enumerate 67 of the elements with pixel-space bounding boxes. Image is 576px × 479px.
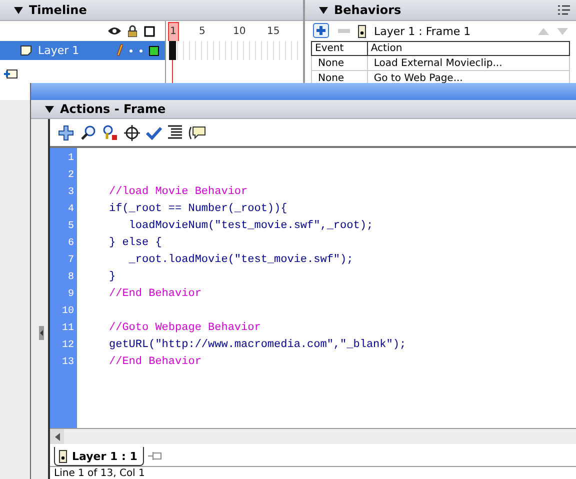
behavior-target: Layer 1 : Frame 1 xyxy=(374,24,472,38)
script-tab[interactable]: Layer 1 : 1 xyxy=(54,447,144,466)
replace-icon[interactable] xyxy=(102,124,118,140)
frame-icon xyxy=(59,450,67,462)
keyframe-cell[interactable] xyxy=(169,41,176,60)
code-comment: //Goto Webpage Behavior xyxy=(109,321,262,336)
frame-number: 1 xyxy=(170,26,176,36)
line-number: 1 xyxy=(66,152,75,166)
add-icon[interactable] xyxy=(313,23,330,39)
dot-icon[interactable] xyxy=(139,48,143,52)
column-header[interactable]: Event xyxy=(312,42,368,56)
code-line: loadMovieNum("test_movie.swf",_root); xyxy=(128,219,374,234)
panel-title: Behaviors xyxy=(334,3,402,17)
collapse-icon[interactable] xyxy=(45,106,54,112)
line-number: 2 xyxy=(66,169,75,183)
code-comment: //End Behavior xyxy=(109,355,202,370)
layer-row[interactable]: Layer 1 xyxy=(0,41,165,60)
code-line: getURL("http://www.macromedia.com","_blank"); xyxy=(109,338,406,353)
add-icon[interactable] xyxy=(58,124,74,140)
color-swatch-icon[interactable] xyxy=(149,46,159,56)
add-layer-icon[interactable] xyxy=(4,68,18,80)
frame-number: 10 xyxy=(233,26,246,36)
code-line: if(_root == Number(_root)){ xyxy=(109,202,288,217)
panel-title: Timeline xyxy=(29,3,88,17)
frame-number: 5 xyxy=(199,26,206,36)
line-number: 5 xyxy=(66,220,75,234)
code-line: } xyxy=(109,270,117,285)
code-comment: //load Movie Behavior xyxy=(109,185,249,200)
line-number: 8 xyxy=(66,271,75,285)
format-icon[interactable] xyxy=(168,125,182,140)
line-number: 9 xyxy=(66,288,75,302)
pin-icon[interactable] xyxy=(148,451,162,461)
line-number: 11 xyxy=(60,322,75,336)
line-number: 6 xyxy=(66,237,75,251)
target-icon[interactable] xyxy=(124,124,140,140)
line-number: 12 xyxy=(60,339,75,353)
line-number: 10 xyxy=(60,305,75,319)
line-number: 7 xyxy=(66,254,75,268)
eye-icon[interactable] xyxy=(108,27,121,35)
code-line: } else { xyxy=(109,236,163,251)
menu-icon[interactable] xyxy=(558,5,570,15)
collapse-icon[interactable] xyxy=(319,6,328,14)
table-cell[interactable]: Load External Movieclip... xyxy=(367,56,570,70)
search-icon[interactable] xyxy=(80,124,96,140)
check-icon[interactable] xyxy=(146,126,162,140)
line-number: 13 xyxy=(60,356,75,370)
layer-name: Layer 1 xyxy=(38,44,80,57)
code-line: _root.loadMovie("test_movie.swf"); xyxy=(128,253,354,268)
comment-icon[interactable] xyxy=(188,124,206,140)
splitter-icon[interactable] xyxy=(39,326,44,340)
status-text: Line 1 of 13, Col 1 xyxy=(53,467,146,479)
line-number: 3 xyxy=(66,186,75,200)
layer-icon xyxy=(20,45,32,56)
table-cell[interactable]: None xyxy=(312,56,368,70)
dot-icon[interactable] xyxy=(129,48,133,52)
collapse-icon[interactable] xyxy=(14,6,23,14)
frame-number: 15 xyxy=(267,26,280,36)
outline-icon[interactable] xyxy=(144,26,155,36)
code-comment: //End Behavior xyxy=(109,287,202,302)
line-number: 4 xyxy=(66,203,75,217)
panel-title: Actions - Frame xyxy=(60,102,167,116)
lock-icon[interactable] xyxy=(128,25,137,37)
pencil-icon xyxy=(117,44,123,57)
scroll-left-button[interactable] xyxy=(50,429,64,444)
column-header[interactable]: Action xyxy=(367,42,570,56)
frame-icon xyxy=(358,24,366,38)
arrow-left-icon xyxy=(54,432,60,440)
